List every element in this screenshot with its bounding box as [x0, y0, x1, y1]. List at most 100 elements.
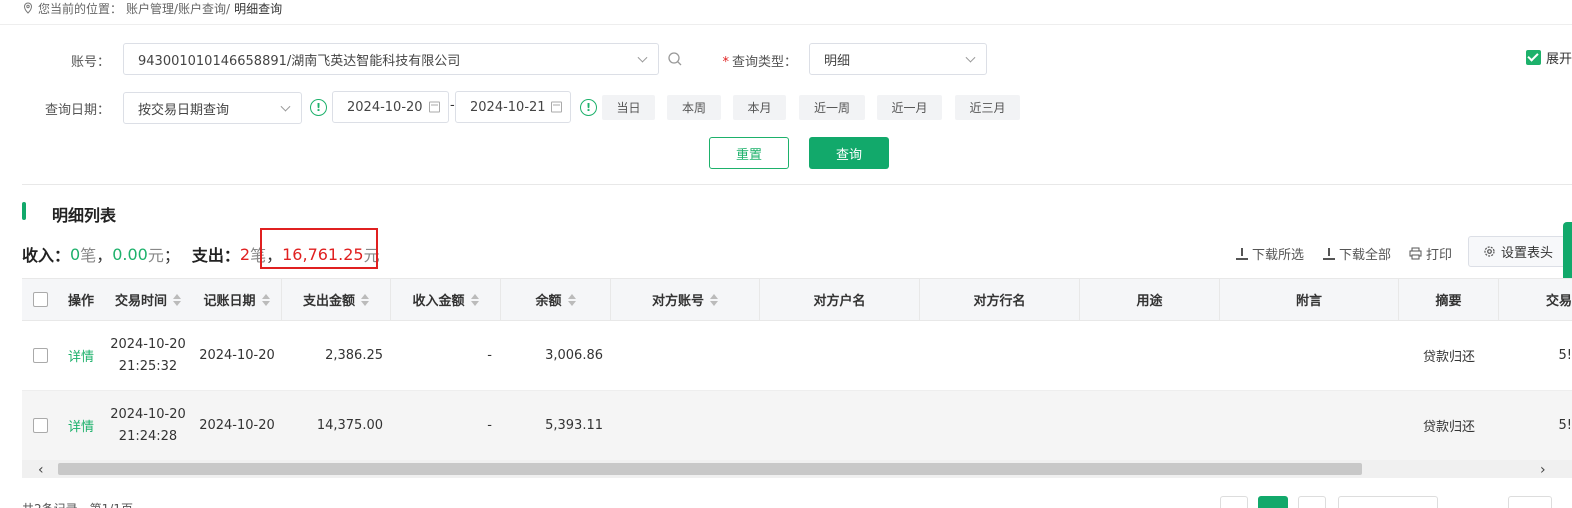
jump-page-input[interactable]: [1508, 496, 1552, 508]
print-label: 打印: [1426, 248, 1453, 263]
sort-icon[interactable]: [261, 293, 270, 306]
date-label: 查询日期：: [44, 103, 110, 118]
th-trade-time[interactable]: 交易时间: [104, 279, 192, 320]
date-mode-select[interactable]: 按交易日期查询: [123, 92, 302, 124]
th-counter-account[interactable]: 对方账号: [611, 279, 760, 320]
book-date-cell: 2024-10-20: [199, 418, 275, 433]
expand-checkbox[interactable]: [1526, 50, 1541, 65]
th-expense[interactable]: 支出金额: [282, 279, 391, 320]
section-accent-bar: [22, 202, 26, 220]
download-icon: [1236, 247, 1248, 260]
th-purpose: 用途: [1080, 279, 1220, 320]
row-checkbox-cell: [22, 321, 58, 390]
chevron-down-icon: [965, 52, 976, 63]
th-book-date-label: 记账日期: [203, 294, 256, 309]
trade-time-cell: 2024-10-20 21:24:28: [104, 391, 192, 460]
expand-label: 展开: [1546, 52, 1572, 67]
prev-page-button[interactable]: [1220, 496, 1248, 508]
reset-button[interactable]: 重置: [709, 137, 789, 169]
breadcrumb-divider: [0, 24, 1572, 25]
th-book-date[interactable]: 记账日期: [192, 279, 282, 320]
table-row[interactable]: 详情 2024-10-20 21:24:28 2024-10-20 14,375.…: [22, 391, 1572, 461]
page-size-select[interactable]: [1338, 496, 1438, 508]
table-row[interactable]: 详情 2024-10-20 21:25:32 2024-10-20 2,386.2…: [22, 321, 1572, 391]
download-selected-button[interactable]: 下载所选: [1236, 244, 1304, 263]
date-end-input[interactable]: 2024-10-21: [455, 91, 571, 123]
summary-cell: 贷款归还: [1422, 350, 1475, 365]
query-button[interactable]: 查询: [809, 137, 889, 169]
trade-time-cell: 2024-10-20 21:25:32: [104, 321, 192, 390]
download-icon: [1323, 247, 1335, 260]
sort-icon[interactable]: [173, 293, 181, 306]
location-pin-icon: [23, 2, 33, 14]
quick-range-last-month[interactable]: 近一月: [877, 95, 942, 120]
scroll-right-icon[interactable]: ›: [1540, 462, 1546, 478]
income-cell: -: [487, 348, 492, 363]
quick-range-month[interactable]: 本月: [733, 95, 786, 120]
download-all-button[interactable]: 下载全部: [1323, 244, 1391, 263]
horizontal-scrollbar[interactable]: ‹ ›: [22, 460, 1572, 478]
account-select-value: 943001010146658891/湖南飞英达智能科技有限公司: [138, 53, 461, 69]
print-button[interactable]: 打印: [1409, 244, 1452, 263]
next-page-button[interactable]: [1298, 496, 1326, 508]
th-balance-label: 余额: [535, 294, 562, 309]
page-1-button[interactable]: [1258, 496, 1288, 508]
list-title: 明细列表: [52, 206, 117, 225]
row-checkbox[interactable]: [32, 348, 48, 363]
search-icon[interactable]: [667, 51, 683, 67]
income-comma: ，: [96, 246, 113, 265]
sort-icon[interactable]: [567, 293, 576, 306]
th-counter-account-label: 对方账号: [651, 294, 704, 309]
income-semicolon: ；: [163, 246, 180, 265]
row-checkbox[interactable]: [32, 418, 48, 433]
select-all-checkbox[interactable]: [32, 292, 48, 307]
quick-range-last-3-months[interactable]: 近三月: [955, 95, 1020, 120]
gear-icon: [1484, 246, 1495, 257]
th-remark: 附言: [1220, 279, 1399, 320]
chevron-down-icon: [280, 101, 291, 112]
chevron-down-icon: [637, 52, 648, 63]
settings-header-button[interactable]: 设置表头: [1468, 236, 1572, 267]
scrollbar-thumb[interactable]: [58, 463, 1362, 475]
th-trade-truncated: 交易: [1545, 294, 1572, 309]
breadcrumb-current: 明细查询: [234, 1, 283, 16]
breadcrumb-path[interactable]: 账户管理/账户查询/: [126, 0, 230, 17]
query-type-label: * 查询类型：: [712, 51, 797, 70]
date-start-value: 2024-10-20: [347, 99, 423, 115]
date-start-input[interactable]: 2024-10-20: [332, 91, 449, 123]
info-icon[interactable]: !: [580, 99, 597, 116]
info-icon[interactable]: !: [310, 99, 327, 116]
sort-icon[interactable]: [710, 293, 718, 306]
summary-cell: 贷款归还: [1422, 420, 1475, 435]
account-select[interactable]: 943001010146658891/湖南飞英达智能科技有限公司: [123, 43, 659, 75]
scroll-left-icon[interactable]: ‹: [38, 462, 44, 478]
income-amount-unit: 元: [147, 246, 164, 265]
sort-icon[interactable]: [470, 293, 479, 306]
detail-link[interactable]: 详情: [58, 391, 104, 460]
trade-time: 21:25:32: [118, 358, 178, 374]
sort-icon[interactable]: [361, 293, 369, 306]
balance-cell: 5,393.11: [545, 418, 603, 433]
th-income[interactable]: 收入金额: [391, 279, 501, 320]
quick-range-last-week[interactable]: 近一周: [799, 95, 865, 120]
income-count-unit: 笔: [80, 246, 97, 265]
page-info: 共2条记录，第1/1页: [22, 500, 133, 508]
detail-link[interactable]: 详情: [58, 321, 104, 390]
income-count: 0: [70, 244, 81, 264]
expense-cell: 2,386.25: [325, 348, 383, 363]
table-header: 操作 交易时间 记账日期 支出金额 收入金额 余额 对方账号 对方户名 对方行名…: [22, 278, 1572, 321]
download-all-label: 下载全部: [1339, 248, 1392, 263]
download-selected-label: 下载所选: [1252, 248, 1305, 263]
page: 您当前的位置： 账户管理/账户查询/明细查询 账号： 94300101014665…: [0, 0, 1572, 508]
th-counter-bank: 对方行名: [920, 279, 1080, 320]
section-divider: [22, 184, 1572, 185]
calendar-icon: [429, 101, 440, 113]
header-checkbox-cell: [22, 279, 58, 320]
quick-range-today[interactable]: 当日: [602, 95, 655, 120]
calendar-icon: [551, 101, 562, 113]
query-type-select[interactable]: 明细: [809, 43, 987, 75]
date-separator: -: [450, 98, 455, 113]
expense-cell: 14,375.00: [316, 418, 383, 433]
quick-range-week[interactable]: 本周: [667, 95, 721, 120]
th-balance[interactable]: 余额: [501, 279, 611, 320]
